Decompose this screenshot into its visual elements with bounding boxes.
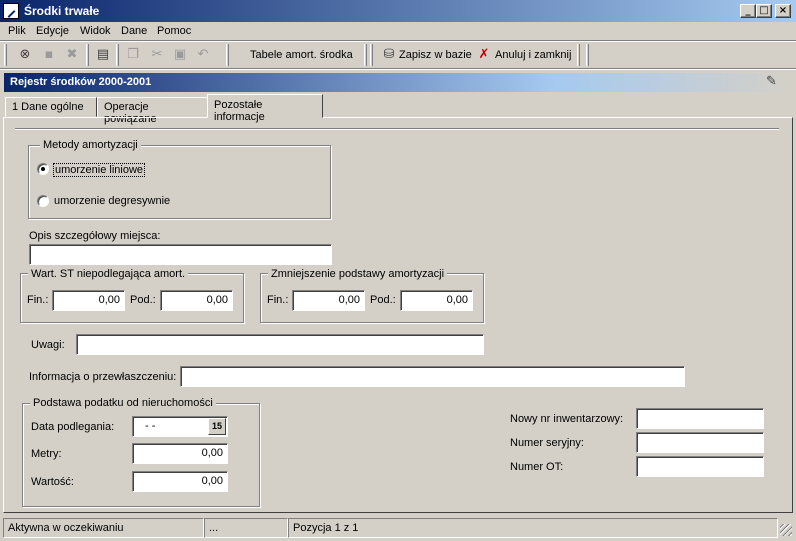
calendar-icon[interactable]: 15 <box>208 418 226 435</box>
undo-icon[interactable]: ↶ <box>194 46 212 64</box>
properties-icon[interactable]: ▤ <box>94 46 112 64</box>
przewlaszczenie-input[interactable] <box>180 366 685 387</box>
edit-pencil-icon[interactable]: ✎ <box>766 74 784 90</box>
zmniejszenie-fin-input[interactable]: 0,00 <box>292 290 365 311</box>
delete-icon[interactable]: ✖ <box>63 46 81 64</box>
zmniejszenie-pod-input[interactable]: 0,00 <box>400 290 473 311</box>
tab-pozostale-informacje[interactable]: Pozostałe informacje <box>207 94 323 123</box>
toolbar-separator <box>364 44 367 66</box>
toolbar-separator <box>226 44 229 66</box>
cut-icon[interactable]: ✂ <box>148 46 166 64</box>
toolbar-grip[interactable] <box>370 44 373 66</box>
inwentarzowy-input[interactable] <box>636 408 764 429</box>
close-document-icon[interactable]: ⊗ <box>16 46 34 64</box>
toolbar-separator <box>586 44 589 66</box>
resize-grip[interactable] <box>780 524 792 536</box>
tabele-amort-button[interactable]: Tabele amort. środka <box>250 49 353 61</box>
toolbar-separator <box>116 44 119 66</box>
radio-umorzenie-degresywnie[interactable] <box>37 195 49 207</box>
metody-legend: Metody amortyzacji <box>40 139 141 151</box>
status-dots: ... <box>204 518 288 538</box>
record-header: Rejestr środków 2000-2001 <box>4 73 792 92</box>
toolbar-separator <box>577 44 580 66</box>
numer-ot-input[interactable] <box>636 456 764 477</box>
zapisz-button[interactable]: Zapisz w bazie <box>399 49 472 61</box>
numer-ot-label: Numer OT: <box>510 461 564 473</box>
menu-pomoc[interactable]: Pomoc <box>157 25 191 37</box>
save-database-icon: ⛁ <box>383 47 395 62</box>
inwentarzowy-label: Nowy nr inwentarzowy: <box>510 413 624 425</box>
app-icon <box>3 3 19 19</box>
metry-input[interactable]: 0,00 <box>132 443 228 464</box>
opis-label: Opis szczegółowy miejsca: <box>29 230 161 242</box>
tab-dane-ogolne[interactable]: 1 Dane ogólne <box>5 97 97 117</box>
menu-dane[interactable]: Dane <box>121 25 147 37</box>
zmniejszenie-pod-label: Pod.: <box>370 294 396 306</box>
anuluj-button[interactable]: Anuluj i zamknij <box>495 49 571 61</box>
close-button[interactable]: × <box>775 4 791 18</box>
uwagi-input[interactable] <box>76 334 484 355</box>
save-disk-icon[interactable]: ▪ <box>40 46 58 64</box>
wart-st-fin-label: Fin.: <box>27 294 49 306</box>
wartosc-label: Wartość: <box>31 476 74 488</box>
paste-icon[interactable]: ▣ <box>171 46 189 64</box>
window-title: Środki trwałe <box>24 4 100 18</box>
menu-plik[interactable]: Plik <box>8 25 26 37</box>
status-state: Aktywna w oczekiwaniu <box>3 518 204 538</box>
seryjny-input[interactable] <box>636 432 764 453</box>
wart-st-legend: Wart. ST niepodlegająca amort. <box>28 268 189 280</box>
zmniejszenie-legend: Zmniejszenie podstawy amortyzacji <box>268 268 448 280</box>
wartosc-input[interactable]: 0,00 <box>132 471 228 492</box>
seryjny-label: Numer seryjny: <box>510 437 584 449</box>
przewlaszczenie-label: Informacja o przewłaszczeniu: <box>29 371 177 383</box>
toolbar-grip[interactable] <box>4 44 7 66</box>
title-bar[interactable]: Środki trwałe _ □ × <box>0 0 796 22</box>
metody-amortyzacji-group <box>28 145 331 219</box>
panel-divider <box>15 128 779 130</box>
toolbar-border-bottom <box>0 68 796 70</box>
wart-st-pod-input[interactable]: 0,00 <box>160 290 233 311</box>
opis-input[interactable] <box>29 244 332 265</box>
toolbar-border-top <box>0 40 796 42</box>
zmniejszenie-fin-label: Fin.: <box>267 294 289 306</box>
minimize-button[interactable]: _ <box>740 4 756 18</box>
metry-label: Metry: <box>31 448 62 460</box>
label-umorzenie-degresywnie[interactable]: umorzenie degresywnie <box>54 195 170 207</box>
wart-st-fin-input[interactable]: 0,00 <box>52 290 125 311</box>
menu-widok[interactable]: Widok <box>80 25 111 37</box>
wart-st-pod-label: Pod.: <box>130 294 156 306</box>
cancel-close-icon: ✗ <box>478 47 490 62</box>
podatek-legend: Podstawa podatku od nieruchomości <box>30 397 216 409</box>
label-umorzenie-liniowe[interactable]: umorzenie liniowe <box>53 163 146 177</box>
copy-icon[interactable]: ❐ <box>124 46 142 64</box>
tab-operacje-powiazane[interactable]: Operacje powiązane <box>97 97 208 125</box>
status-position: Pozycja 1 z 1 <box>288 518 778 538</box>
menu-edycje[interactable]: Edycje <box>36 25 69 37</box>
maximize-button[interactable]: □ <box>756 4 772 18</box>
radio-umorzenie-liniowe[interactable] <box>37 163 49 175</box>
uwagi-label: Uwagi: <box>31 339 65 351</box>
data-podlegania-label: Data podlegania: <box>31 421 115 433</box>
toolbar-separator <box>86 44 89 66</box>
